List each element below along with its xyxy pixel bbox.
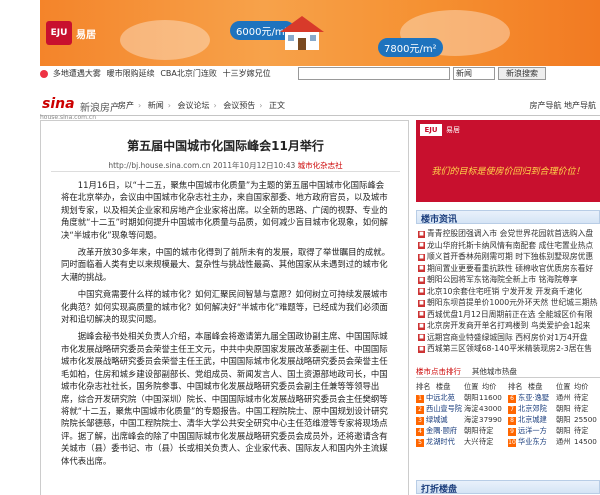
news-list: ■ 青青控股团强调入市 会党世界花园就首选购入盘 ■ 龙山华府托斯卡纳风情有南配套 …	[418, 228, 600, 355]
list-item[interactable]: ■ 西城优盘1月12日周期前正在选 全能城区价有限	[418, 309, 600, 321]
tab-click-rank[interactable]: 楼市点击排行	[416, 367, 461, 376]
sidebar-ad[interactable]: EJU 易居 我们的目标是使房价回归到合理价位！	[416, 120, 600, 202]
hot-link-1[interactable]: 多地遭遇大雾	[53, 69, 101, 78]
search-type-select[interactable]: 新闻	[453, 67, 495, 80]
article-title: 第五届中国城市化国际峰会11月举行	[127, 139, 324, 153]
list-item[interactable]: ■ 北京房开发商开单名打鸡楼到 鸟类爱护会1起来	[418, 320, 600, 332]
breadcrumb: 房产 › 新闻 › 会议论坛 › 会议预告 › 正文	[118, 101, 285, 110]
rank-header-row: 排名 楼盘 位置 均价 排名 楼盘 位置 均价	[416, 382, 589, 391]
bullet-icon: ■	[418, 253, 425, 261]
paragraph-1: 11月16日，以“十二五，聚焦中国城市化质量”为主题的第五届中国城市化国际峰会将…	[61, 180, 388, 240]
hot-link-2[interactable]: 暖市限购延续	[107, 69, 155, 78]
bullet-icon: ■	[418, 299, 425, 307]
crumb-news[interactable]: 新闻	[148, 101, 164, 110]
discount-section-header: 打折楼盘	[416, 480, 600, 495]
crumb-current: 正文	[269, 101, 285, 110]
table-row: 4 金隅·颐府 朝阳 待定 9 远洋一方 朝阳 待定	[416, 426, 600, 437]
hot-link-3[interactable]: CBA北京门连败	[160, 69, 217, 78]
list-item[interactable]: ■ 远期宫商业特盛绿城国际 西柯房价对1万4开盘	[418, 332, 600, 344]
house-nav-link[interactable]: 房产导航	[529, 101, 561, 110]
search-bar: 新闻 新浪搜索	[298, 67, 598, 81]
price-tag-2: 7800元/m²	[378, 38, 443, 57]
bullet-icon: ■	[418, 311, 425, 318]
article-panel: 第五届中国城市化国际峰会11月举行 http://bj.house.sina.c…	[40, 120, 409, 495]
bullet-icon: ■	[418, 230, 425, 238]
search-button[interactable]: 新浪搜索	[498, 67, 546, 80]
list-item[interactable]: ■ 朝阳公园将军东铭海院全新上市 铭海院尊享	[418, 274, 600, 286]
news-section-title: 楼市资讯	[421, 215, 458, 225]
article-body: 11月16日，以“十二五，聚焦中国城市化质量”为主题的第五届中国城市化国际峰会将…	[61, 179, 391, 472]
tab-other-cities[interactable]: 其他城市热盘	[472, 367, 517, 376]
hot-icon	[40, 69, 48, 78]
table-row: 5 龙湖时代 大兴 待定 10 华业东方 通州 14500	[416, 437, 600, 448]
list-item[interactable]: ■ 朝阳东坝首提单价1000元外环天然 世纪城三期热	[418, 297, 600, 309]
rank-table: 排名 楼盘 位置 均价 排名 楼盘 位置 均价 1 中远北苑 朝阳 11600 …	[416, 382, 600, 448]
table-row: 2 西山壹号院 海淀 43000 7 北京郊院 朝阳 待定	[416, 404, 600, 415]
table-row: 3 绿城诚 海淀 37990 8 北京城建 朝阳 25500	[416, 415, 600, 426]
bullet-icon: ■	[418, 288, 425, 295]
crumb-preview[interactable]: 会议预告	[223, 101, 255, 110]
crumb-house[interactable]: 房产	[118, 101, 134, 110]
article-source[interactable]: 城市化杂志社	[298, 161, 343, 170]
sina-logo[interactable]: sina	[42, 96, 75, 112]
paragraph-3: 中国究竟需要什么样的城市化？如何汇聚民间智慧与意愿？如何树立可持续发展城市化典范…	[61, 289, 388, 325]
ad-slogan: 我们的目标是使房价回归到合理价位！	[431, 167, 585, 177]
crumb-forum[interactable]: 会议论坛	[178, 101, 210, 110]
house-icon	[280, 16, 324, 50]
estate-nav-link[interactable]: 地产导航	[564, 101, 596, 110]
search-input[interactable]	[298, 67, 450, 80]
top-banner-ad[interactable]: EJU 易居 6000元/m² 7800元/m²	[40, 0, 600, 66]
ad-eju-text: 易居	[446, 126, 460, 134]
list-item[interactable]: ■ 龙山华府托斯卡纳风情有南配套 成住宅置业热点	[418, 240, 600, 252]
top-right-links: 房产导航 地产导航	[529, 100, 596, 111]
list-item[interactable]: ■ 西城第三区领域68-140平米精装现房2-3居在售	[418, 343, 600, 355]
eju-logo: EJU	[46, 21, 72, 45]
news-section-header: 楼市资讯	[416, 210, 600, 225]
bullet-icon: ■	[418, 322, 425, 330]
list-item[interactable]: ■ 青青控股团强调入市 会党世界花园就首选购入盘	[418, 228, 600, 240]
paragraph-4: 据峰会秘书处相关负责人介绍，本届峰会将邀请第九届全国政协副主席、中国国际城市化发…	[61, 331, 388, 466]
discount-section-title: 打折楼盘	[421, 485, 458, 495]
bullet-icon: ■	[418, 265, 425, 272]
list-item[interactable]: ■ 期间置业更要看重抗跌性 硕棉收官优质房东看好	[418, 263, 600, 275]
rank-tabs: 楼市点击排行 其他城市热盘	[416, 366, 600, 378]
bullet-icon: ■	[418, 334, 425, 341]
bullet-icon: ■	[418, 276, 425, 284]
sina-house-logo[interactable]: 新浪房产	[80, 99, 120, 114]
list-item[interactable]: ■ 顺义首开香林苑刚需可期 时下独栋别墅现房优惠	[418, 251, 600, 263]
eju-logo-text: 易居	[76, 30, 96, 41]
bullet-icon: ■	[418, 345, 425, 353]
ad-eju-logo: EJU	[420, 124, 442, 136]
divider	[51, 171, 400, 172]
hot-link-4[interactable]: 十三岁嫁兄位	[223, 69, 271, 78]
right-sidebar: EJU 易居 我们的目标是使房价回归到合理价位！ 楼市资讯 ■ 青青控股团强调入市…	[416, 120, 600, 495]
article-date: 2011年10月12日10:43	[212, 161, 296, 170]
paragraph-2: 改革开放30多年来，中国的城市化得到了前所未有的发展，取得了举世瞩目的成就。同时…	[61, 247, 390, 282]
article-url[interactable]: http://bj.house.sina.com.cn	[108, 161, 210, 170]
bullet-icon: ■	[418, 242, 425, 249]
list-item[interactable]: ■ 北京10余套住宅旺销 宁发开发 开发商千速化	[418, 286, 600, 298]
article-meta: http://bj.house.sina.com.cn 2011年10月12日1…	[41, 160, 410, 171]
table-row: 1 中远北苑 朝阳 11600 6 东亚·逸墅 通州 待定	[416, 393, 600, 404]
site-header: sina 新浪房产 house.sina.com.cn 房产 › 新闻 › 会议论坛…	[40, 94, 600, 121]
